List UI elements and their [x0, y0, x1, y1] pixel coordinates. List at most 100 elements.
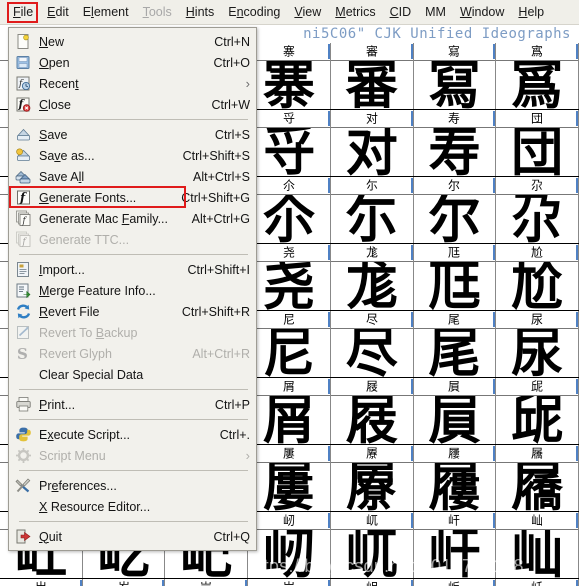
- glyph-cell-header: 寿: [413, 110, 496, 128]
- glyph-cell[interactable]: 尒尒: [248, 177, 331, 243]
- menu-item-label: Generate Mac Family...: [39, 211, 168, 226]
- glyph-cell[interactable]: 屩屩: [496, 445, 579, 511]
- menu-separator: [19, 389, 248, 390]
- menu-item-label: Recent: [39, 76, 79, 91]
- menu-item-generate-mac-family[interactable]: f Generate Mac Family... Alt+Ctrl+G: [9, 208, 256, 229]
- menubar-item-cid[interactable]: CID: [383, 2, 419, 22]
- menubar-item-encoding[interactable]: Encoding: [221, 2, 287, 22]
- menubar-item-metrics[interactable]: Metrics: [328, 2, 382, 22]
- glyph-cell[interactable]: 屐屐: [330, 378, 414, 444]
- menu-item-save[interactable]: Save Ctrl+S: [9, 124, 256, 145]
- menubar-item-edit[interactable]: Edit: [40, 2, 76, 22]
- glyph-cell[interactable]: 屽屽: [413, 512, 497, 578]
- glyph-cell[interactable]: 尕尕: [496, 177, 579, 243]
- menubar-item-view[interactable]: View: [287, 2, 328, 22]
- glyph-cell[interactable]: 岆岆: [496, 579, 579, 586]
- glyph-cell-header: 岆: [496, 579, 579, 586]
- menu-item-accelerator: Ctrl+O: [213, 55, 250, 70]
- glyph-cell[interactable]: 尬尬: [496, 244, 579, 310]
- menubar-item-mm[interactable]: MM: [418, 2, 453, 22]
- menubar-item-element[interactable]: Element: [76, 2, 136, 22]
- menu-item-label: Save All: [39, 169, 85, 184]
- glyph-cell[interactable]: 屢屢: [248, 445, 331, 511]
- glyph-cell[interactable]: 屑屑: [248, 378, 331, 444]
- svg-text:S: S: [17, 345, 28, 362]
- glyph-cell[interactable]: 屓屓: [413, 378, 497, 444]
- glyph-large-preview: 尽: [331, 329, 413, 377]
- menu-item-open[interactable]: Open Ctrl+O: [9, 52, 256, 73]
- glyph-cell[interactable]: 屨屨: [413, 445, 497, 511]
- glyph-cell[interactable]: 岀岀: [0, 579, 83, 586]
- glyph-selection-tick: [410, 44, 413, 59]
- glyph-selection-tick: [493, 379, 496, 394]
- glyph-cell[interactable]: 屻屻: [248, 512, 331, 578]
- glyph-cell[interactable]: 岃岃: [248, 579, 331, 586]
- glyph-character: 尼: [263, 329, 316, 377]
- glyph-cell[interactable]: 寨寨: [248, 43, 331, 109]
- glyph-cell[interactable]: 屪屪: [330, 445, 414, 511]
- python-script-icon: [13, 426, 33, 444]
- menu-item-preferences[interactable]: Preferences...: [9, 475, 256, 496]
- menu-item-revert-to-backup: Revert To Backup: [9, 322, 256, 343]
- glyph-cell[interactable]: 寽寽: [248, 110, 331, 176]
- menu-item-generate-fonts[interactable]: f Generate Fonts... Ctrl+Shift+G: [9, 187, 256, 208]
- glyph-cell[interactable]: 寪寪: [496, 43, 579, 109]
- menu-item-execute-script[interactable]: Execute Script... Ctrl+.: [9, 424, 256, 445]
- menubar-item-label: Edit: [47, 5, 69, 19]
- menubar-item-hints[interactable]: Hints: [179, 2, 221, 22]
- glyph-cell[interactable]: 審審: [330, 43, 414, 109]
- menu-item-clear-special-data[interactable]: Clear Special Data: [9, 364, 256, 385]
- menu-item-recent[interactable]: f Recent ›: [9, 73, 256, 94]
- glyph-cell[interactable]: 屔屔: [496, 378, 579, 444]
- menu-item-generate-ttc: f Generate TTC...: [9, 229, 256, 250]
- menubar-item-help[interactable]: Help: [511, 2, 551, 22]
- glyph-cell[interactable]: 岅岅: [413, 579, 497, 586]
- menu-item-print[interactable]: Print... Ctrl+P: [9, 394, 256, 415]
- menu-item-revert-file[interactable]: Revert File Ctrl+Shift+R: [9, 301, 256, 322]
- menu-item-save-all[interactable]: Save All Alt+Ctrl+S: [9, 166, 256, 187]
- menu-item-x-resource-editor[interactable]: X Resource Editor...: [9, 496, 256, 517]
- glyph-character: 对: [345, 128, 398, 176]
- menu-item-import[interactable]: Import... Ctrl+Shift+I: [9, 259, 256, 280]
- no-icon-spacer: [13, 498, 33, 516]
- glyph-cell[interactable]: 尼尼: [248, 311, 331, 377]
- glyph-mini-preview: 屽: [448, 513, 461, 528]
- glyph-cell[interactable]: 屾屾: [496, 512, 579, 578]
- menu-item-close[interactable]: f Close Ctrl+W: [9, 94, 256, 115]
- glyph-cell[interactable]: 尽尽: [330, 311, 414, 377]
- menu-item-new[interactable]: New Ctrl+N: [9, 31, 256, 52]
- glyph-cell[interactable]: 岁岁: [82, 579, 166, 586]
- glyph-cell[interactable]: 尾尾: [413, 311, 497, 377]
- menubar-item-file[interactable]: File: [6, 2, 40, 22]
- glyph-cell[interactable]: 団団: [496, 110, 579, 176]
- glyph-cell[interactable]: 尫尫: [413, 244, 497, 310]
- glyph-cell[interactable]: 寿寿: [413, 110, 497, 176]
- glyph-large-preview: 尾: [414, 329, 496, 377]
- menu-item-quit[interactable]: Quit Ctrl+Q: [9, 526, 256, 547]
- glyph-selection-tick: [576, 580, 579, 586]
- glyph-large-preview: 尼: [248, 329, 330, 377]
- menu-item-label: Revert Glyph: [39, 346, 112, 361]
- menu-item-accelerator: Ctrl+Q: [213, 529, 250, 544]
- glyph-cell[interactable]: 屼屼: [330, 512, 414, 578]
- glyph-cell-header: 尬: [496, 244, 579, 262]
- glyph-cell[interactable]: 尿尿: [496, 311, 579, 377]
- glyph-cell[interactable]: 尧尧: [248, 244, 331, 310]
- menu-bar[interactable]: File Edit Element Tools Hints Encoding View Met…: [0, 0, 579, 25]
- glyph-cell-header: 屩: [496, 445, 579, 463]
- glyph-cell[interactable]: 尓尓: [330, 177, 414, 243]
- glyph-selection-tick: [493, 44, 496, 59]
- glyph-cell[interactable]: 尨尨: [330, 244, 414, 310]
- glyph-cell-header: 尔: [413, 177, 496, 195]
- menu-item-merge-feature-info[interactable]: Merge Feature Info...: [9, 280, 256, 301]
- menu-item-save-as[interactable]: Save as... Ctrl+Shift+S: [9, 145, 256, 166]
- file-dropdown-menu[interactable]: New Ctrl+N Open Ctrl+O f Recent › f Close Ctrl+W S…: [8, 27, 257, 551]
- glyph-cell[interactable]: 对对: [330, 110, 414, 176]
- menu-item-label: Print...: [39, 397, 76, 412]
- glyph-cell[interactable]: 尔尔: [413, 177, 497, 243]
- glyph-cell[interactable]: 寫寫: [413, 43, 497, 109]
- glyph-cell[interactable]: 岂岂: [165, 579, 249, 586]
- glyph-mini-preview: 尔: [448, 178, 461, 193]
- glyph-cell[interactable]: 岄岄: [330, 579, 414, 586]
- menubar-item-window[interactable]: Window: [453, 2, 511, 22]
